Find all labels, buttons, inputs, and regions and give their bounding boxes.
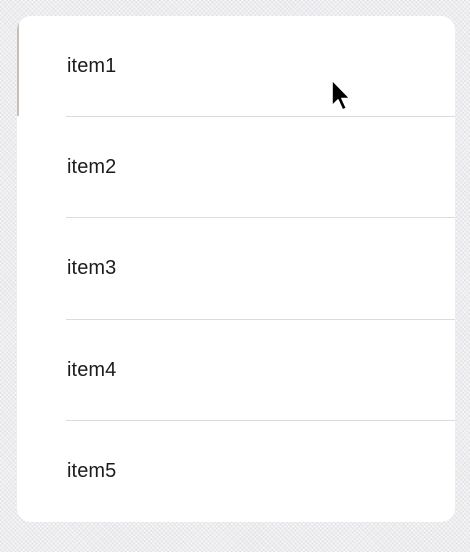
list-item-label: item5 bbox=[67, 459, 117, 482]
list-item-label: item2 bbox=[67, 156, 117, 179]
list-item[interactable]: item5 bbox=[17, 421, 455, 522]
list-item-label: item1 bbox=[67, 55, 117, 78]
list-item[interactable]: item2 bbox=[17, 117, 455, 219]
list-item-label: item4 bbox=[67, 358, 117, 381]
list-item[interactable]: item3 bbox=[17, 218, 455, 320]
list-card: item1 item2 item3 item4 item5 bbox=[17, 16, 455, 522]
list-item[interactable]: item4 bbox=[17, 320, 455, 421]
list-item-label: item3 bbox=[67, 257, 117, 280]
list-item[interactable]: item1 bbox=[17, 16, 455, 118]
